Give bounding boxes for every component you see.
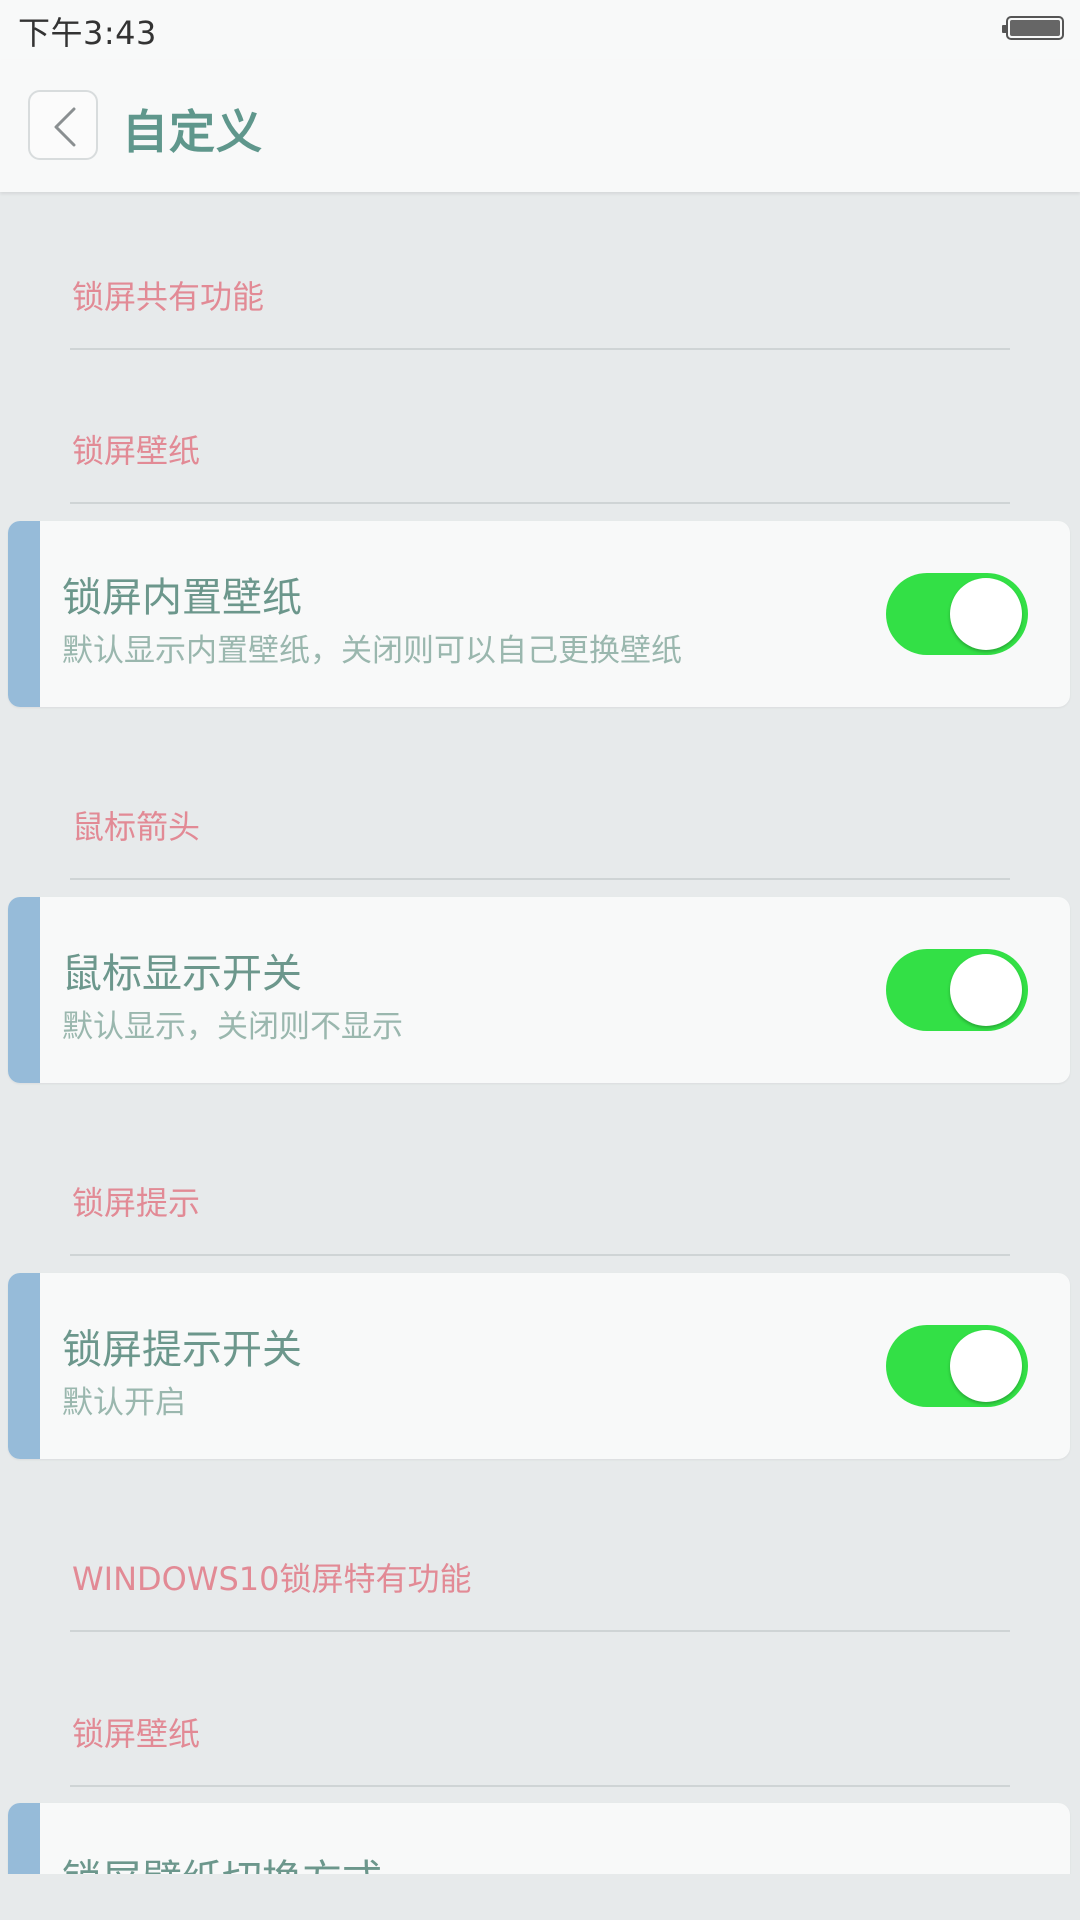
- mouse-display-toggle[interactable]: [886, 949, 1028, 1031]
- lock-hint-toggle[interactable]: [886, 1325, 1028, 1407]
- toggle-knob: [950, 1330, 1022, 1402]
- page-title: 自定义: [122, 105, 263, 159]
- section-title: 鼠标箭头: [72, 808, 201, 846]
- section-header-hint: 锁屏提示: [70, 1156, 1010, 1256]
- section-header-win10: WINDOWS10锁屏特有功能: [70, 1532, 1010, 1632]
- setting-title: 锁屏壁纸切换方式: [62, 1847, 382, 1874]
- accent-bar: [8, 897, 40, 1083]
- setting-description: 默认显示，关闭则不显示: [62, 1009, 403, 1045]
- section-title: 锁屏壁纸: [72, 1715, 201, 1753]
- setting-item-lock-hint[interactable]: 锁屏提示开关 默认开启: [8, 1273, 1070, 1459]
- section-title: 锁屏提示: [72, 1184, 201, 1222]
- setting-item-mouse-display[interactable]: 鼠标显示开关 默认显示，关闭则不显示: [8, 897, 1070, 1083]
- battery-icon: [1002, 16, 1064, 40]
- app-header: 自定义: [0, 60, 1080, 192]
- setting-item-builtin-wallpaper[interactable]: 锁屏内置壁纸 默认显示内置壁纸，关闭则可以自己更换壁纸: [8, 521, 1070, 707]
- section-header-mouse: 鼠标箭头: [70, 780, 1010, 880]
- setting-title: 鼠标显示开关: [62, 951, 302, 997]
- setting-title: 锁屏提示开关: [62, 1327, 302, 1373]
- section-header-common: 锁屏共有功能: [70, 250, 1010, 350]
- status-time: 下午3:43: [18, 14, 157, 52]
- setting-description: 默认开启: [62, 1385, 186, 1421]
- accent-bar: [8, 521, 40, 707]
- toggle-knob: [950, 578, 1022, 650]
- section-title: WINDOWS10锁屏特有功能: [72, 1560, 472, 1598]
- section-title: 锁屏壁纸: [72, 432, 201, 470]
- section-title: 锁屏共有功能: [72, 278, 265, 316]
- settings-list[interactable]: 锁屏共有功能 锁屏壁纸 锁屏内置壁纸 默认显示内置壁纸，关闭则可以自己更换壁纸 …: [0, 192, 1080, 1874]
- accent-bar: [8, 1803, 40, 1874]
- toggle-knob: [950, 954, 1022, 1026]
- chevron-left-icon: [54, 107, 76, 147]
- accent-bar: [8, 1273, 40, 1459]
- section-header-wallpaper: 锁屏壁纸: [70, 404, 1010, 504]
- status-bar: 下午3:43: [0, 0, 1080, 60]
- setting-title: 锁屏内置壁纸: [62, 575, 302, 621]
- builtin-wallpaper-toggle[interactable]: [886, 573, 1028, 655]
- setting-description: 默认显示内置壁纸，关闭则可以自己更换壁纸: [62, 633, 682, 669]
- setting-item-wallpaper-switch-mode[interactable]: 锁屏壁纸切换方式: [8, 1803, 1070, 1874]
- section-header-win10-wallpaper: 锁屏壁纸: [70, 1687, 1010, 1787]
- back-button[interactable]: [28, 90, 98, 160]
